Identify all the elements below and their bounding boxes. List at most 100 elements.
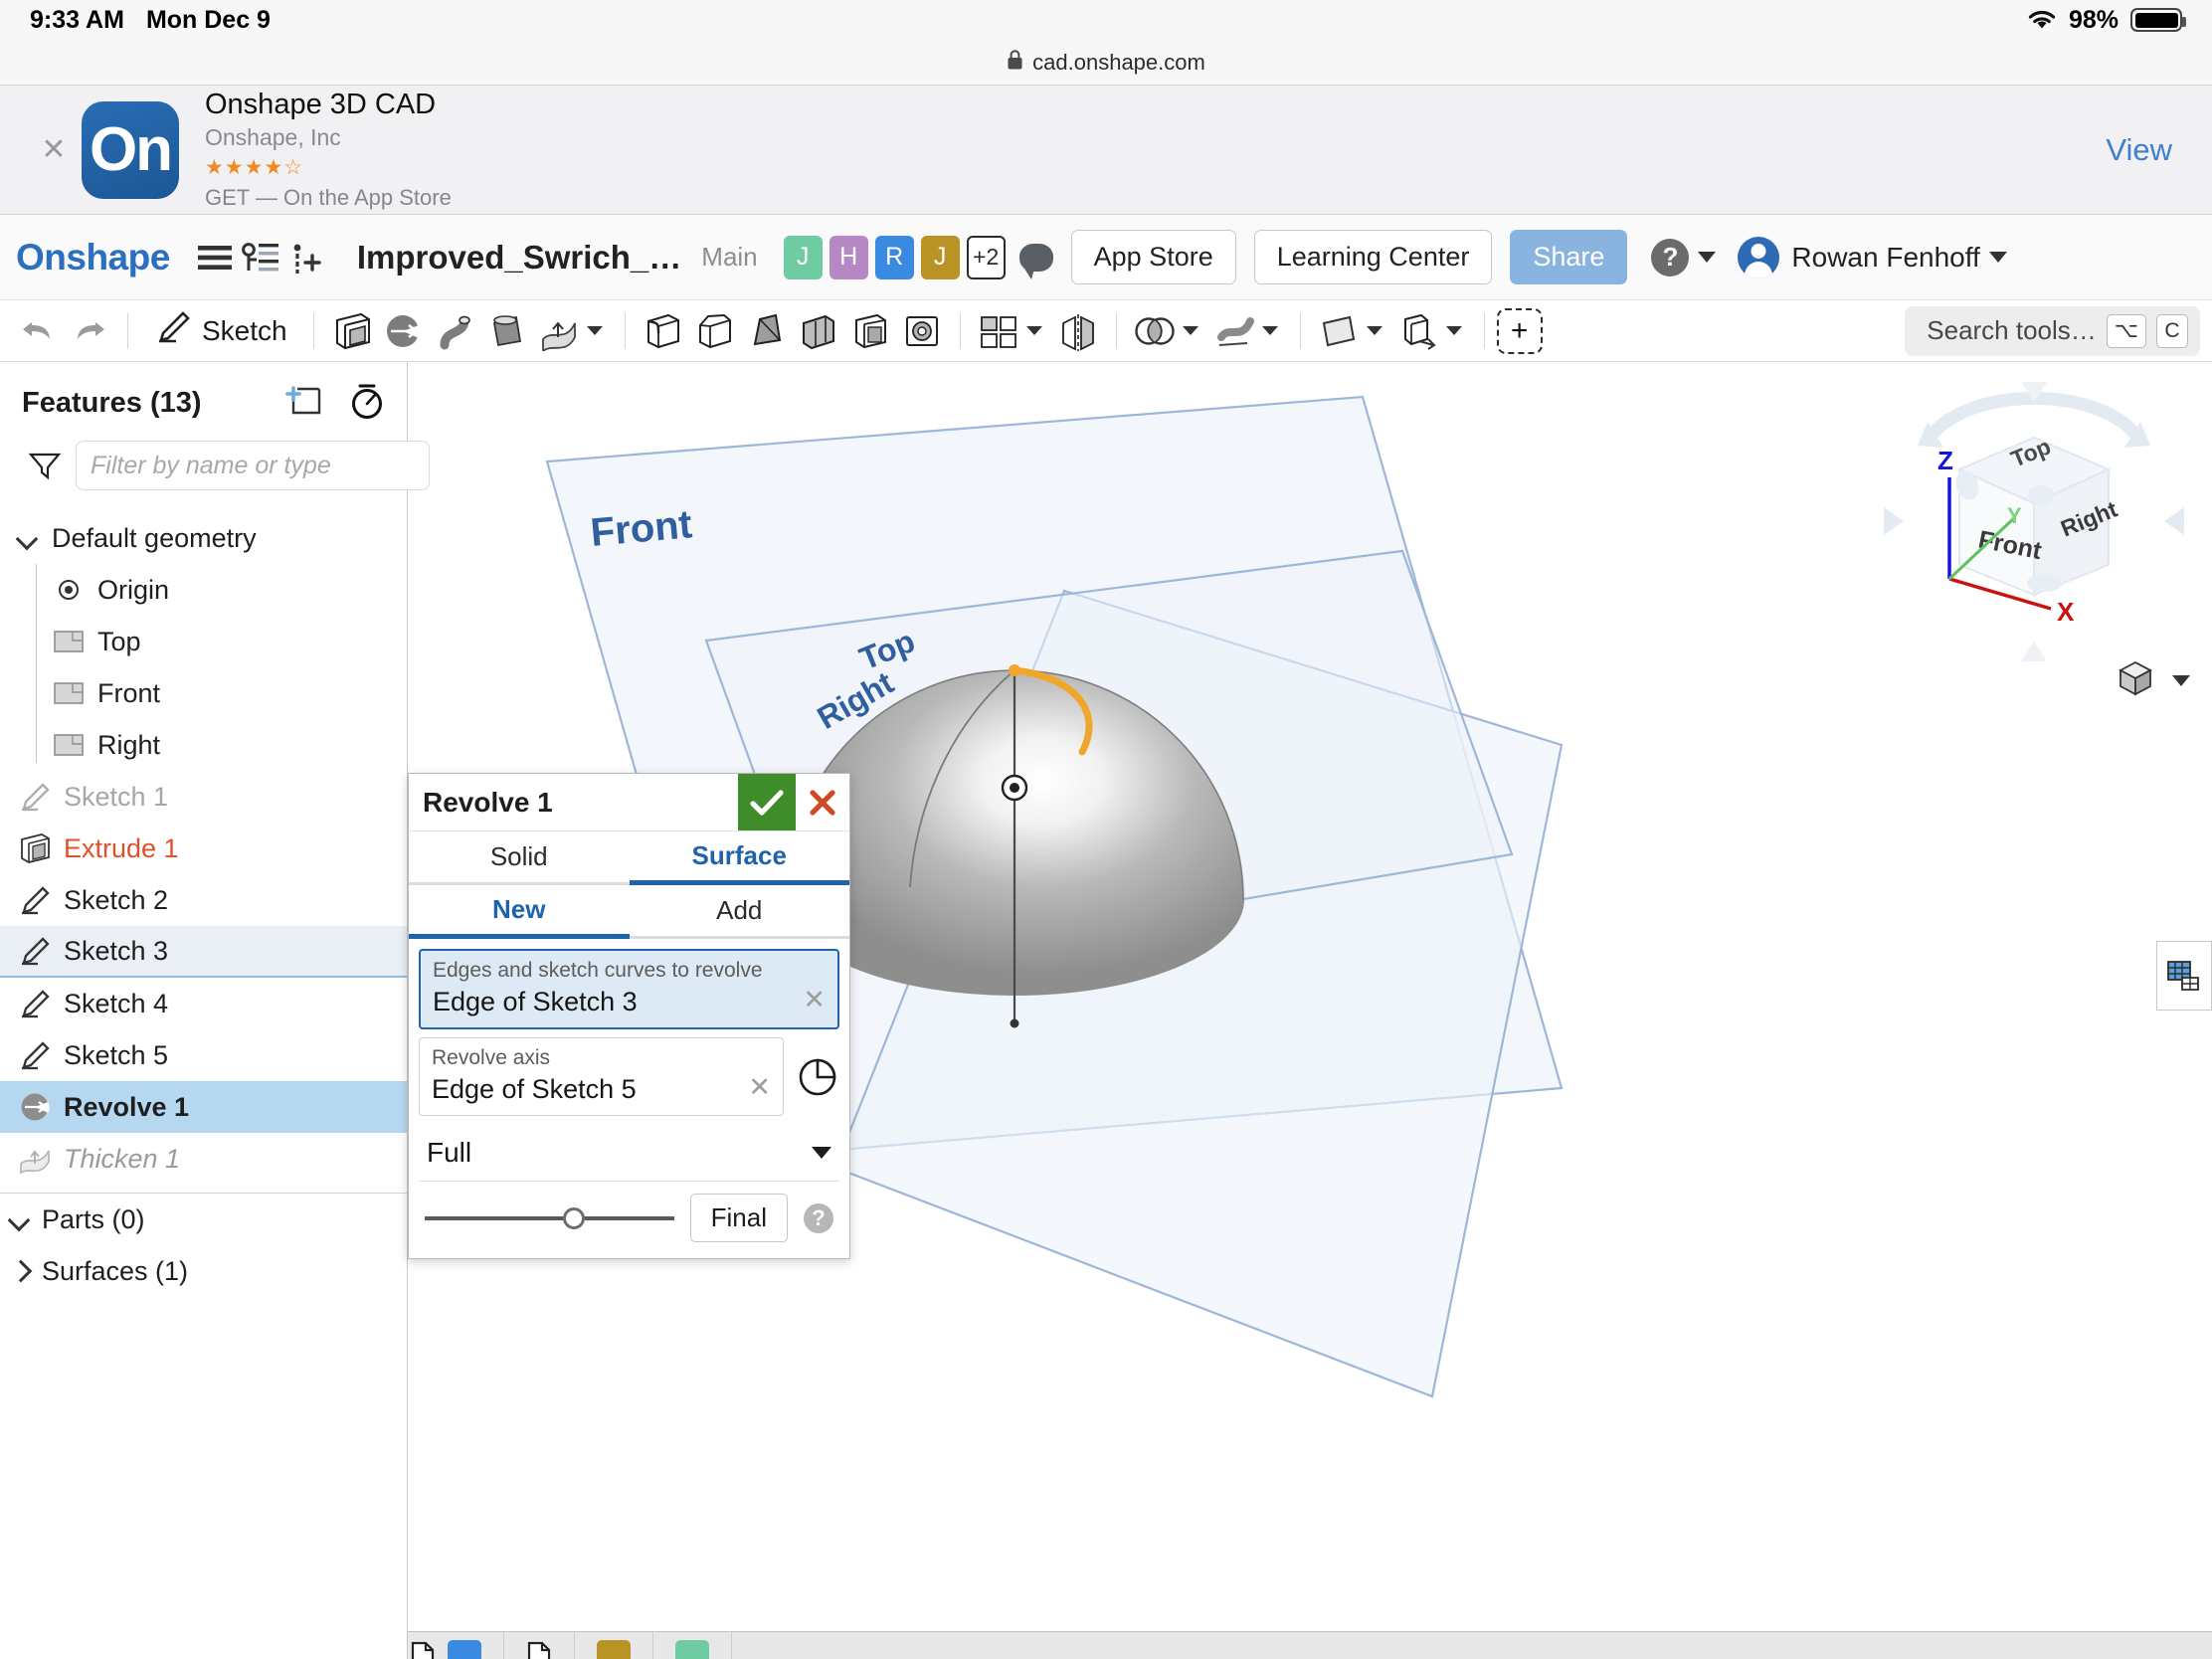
boolean-icon[interactable] bbox=[1129, 305, 1181, 357]
avatar-overflow[interactable]: +2 bbox=[966, 235, 1006, 279]
funnel-icon[interactable] bbox=[28, 451, 62, 480]
search-tools-input[interactable]: Search tools… ⌥ C bbox=[1905, 305, 2200, 356]
axis-label-x: X bbox=[2057, 597, 2075, 627]
help-icon[interactable]: ? bbox=[804, 1202, 833, 1233]
chevron-down-icon[interactable] bbox=[1698, 252, 1717, 263]
tree-item-sketch-1[interactable]: Sketch 1 bbox=[0, 771, 407, 823]
app-store-button[interactable]: App Store bbox=[1070, 230, 1236, 284]
view-button[interactable]: View bbox=[2106, 132, 2186, 168]
render-panel-icon[interactable] bbox=[2156, 941, 2212, 1011]
loft-icon[interactable] bbox=[481, 305, 533, 357]
axis-field[interactable]: Revolve axis Edge of Sketch 5 ✕ bbox=[419, 1037, 784, 1116]
extent-select[interactable]: Full bbox=[419, 1124, 839, 1182]
revolve-icon bbox=[18, 1090, 52, 1124]
cancel-button[interactable] bbox=[796, 774, 849, 830]
chevron-down-icon[interactable] bbox=[1366, 326, 1382, 335]
new-folder-icon[interactable] bbox=[283, 385, 323, 422]
tree-item-top-plane[interactable]: Top bbox=[0, 616, 407, 667]
tree-item-sketch-4[interactable]: Sketch 4 bbox=[0, 978, 407, 1029]
plane-icon[interactable] bbox=[1313, 305, 1365, 357]
chevron-down-icon[interactable] bbox=[1261, 326, 1278, 335]
tree-item-revolve-1[interactable]: Revolve 1 bbox=[0, 1081, 407, 1133]
fillet-icon[interactable] bbox=[638, 305, 689, 357]
document-tab[interactable] bbox=[653, 1632, 732, 1659]
clear-axis-icon[interactable]: ✕ bbox=[748, 1072, 771, 1103]
stopwatch-icon[interactable] bbox=[349, 382, 385, 425]
view-cube[interactable]: Top Front Right Z X Y bbox=[1870, 378, 2198, 666]
help-icon[interactable]: ? bbox=[1651, 238, 1690, 276]
slider-knob[interactable] bbox=[563, 1206, 586, 1229]
revolve-icon[interactable] bbox=[378, 305, 430, 357]
document-tab[interactable] bbox=[575, 1632, 653, 1659]
chevron-down-icon[interactable] bbox=[812, 1146, 831, 1159]
tab-add[interactable]: Add bbox=[629, 885, 849, 939]
tree-item-sketch-3[interactable]: Sketch 3 bbox=[0, 926, 407, 978]
add-custom-feature-icon[interactable]: + bbox=[1496, 307, 1543, 354]
chevron-down-icon[interactable] bbox=[1445, 326, 1462, 335]
onshape-logo[interactable]: Onshape bbox=[16, 237, 170, 278]
filter-input[interactable] bbox=[76, 441, 430, 490]
display-mode-selector[interactable] bbox=[2113, 656, 2190, 705]
quality-final-button[interactable]: Final bbox=[689, 1194, 788, 1242]
thicken-icon[interactable] bbox=[533, 305, 585, 357]
tree-item-front-plane[interactable]: Front bbox=[0, 667, 407, 719]
tree-group-parts[interactable]: Parts (0) bbox=[0, 1194, 407, 1245]
tree-item-sketch-5[interactable]: Sketch 5 bbox=[0, 1029, 407, 1081]
rib-icon[interactable] bbox=[793, 305, 844, 357]
chevron-down-icon[interactable] bbox=[18, 527, 40, 549]
avatar[interactable]: H bbox=[829, 235, 868, 279]
tree-item-right-plane[interactable]: Right bbox=[0, 719, 407, 771]
learning-center-button[interactable]: Learning Center bbox=[1253, 230, 1493, 284]
undo-icon[interactable] bbox=[12, 305, 64, 357]
chevron-down-icon[interactable] bbox=[2172, 675, 2190, 686]
chevron-down-icon[interactable] bbox=[1025, 326, 1042, 335]
avatar[interactable]: J bbox=[920, 235, 960, 279]
hamburger-menu-icon[interactable] bbox=[192, 235, 238, 280]
revolve-angle-icon[interactable] bbox=[796, 1055, 839, 1099]
tree-item-sketch-2[interactable]: Sketch 2 bbox=[0, 874, 407, 926]
share-button[interactable]: Share bbox=[1510, 230, 1628, 284]
transform-icon[interactable] bbox=[1392, 305, 1444, 357]
tab-surface[interactable]: Surface bbox=[629, 831, 849, 885]
redo-icon[interactable] bbox=[64, 305, 115, 357]
tree-item-extrude-1[interactable]: Extrude 1 bbox=[0, 823, 407, 874]
quality-slider[interactable] bbox=[425, 1205, 674, 1231]
sketch-button[interactable]: Sketch bbox=[140, 310, 301, 351]
entities-field[interactable]: Edges and sketch curves to revolve Edge … bbox=[419, 949, 839, 1029]
chevron-down-icon[interactable] bbox=[586, 326, 603, 335]
sweep-icon[interactable] bbox=[430, 305, 481, 357]
split-icon[interactable] bbox=[1208, 305, 1260, 357]
chevron-right-icon[interactable] bbox=[10, 1260, 32, 1282]
chamfer-icon[interactable] bbox=[689, 305, 741, 357]
tree-group-default-geometry[interactable]: Default geometry bbox=[0, 512, 407, 564]
mirror-icon[interactable] bbox=[1052, 305, 1104, 357]
shell-icon[interactable] bbox=[844, 305, 896, 357]
close-icon[interactable]: ✕ bbox=[34, 132, 74, 167]
browser-url-bar[interactable]: cad.onshape.com bbox=[0, 40, 2212, 86]
insert-feature-icon[interactable] bbox=[283, 235, 329, 280]
avatar[interactable]: J bbox=[783, 235, 823, 279]
avatar[interactable]: R bbox=[874, 235, 914, 279]
clear-entities-icon[interactable]: ✕ bbox=[803, 985, 826, 1015]
document-title[interactable]: Improved_Swrich_… bbox=[357, 239, 681, 276]
tree-item-origin[interactable]: Origin bbox=[0, 564, 407, 616]
chevron-down-icon[interactable] bbox=[1182, 326, 1198, 335]
draft-icon[interactable] bbox=[741, 305, 793, 357]
chevron-down-icon[interactable] bbox=[1988, 252, 2007, 263]
version-graph-icon[interactable] bbox=[238, 235, 283, 280]
tree-group-surfaces[interactable]: Surfaces (1) bbox=[0, 1245, 407, 1297]
document-tab[interactable] bbox=[504, 1632, 575, 1659]
tab-solid[interactable]: Solid bbox=[409, 831, 630, 885]
hole-icon[interactable] bbox=[896, 305, 948, 357]
confirm-button[interactable] bbox=[738, 774, 796, 830]
user-name[interactable]: Rowan Fenhoff bbox=[1791, 242, 1979, 274]
branch-label[interactable]: Main bbox=[701, 242, 757, 273]
user-avatar-icon[interactable] bbox=[1738, 236, 1780, 278]
chevron-down-icon[interactable] bbox=[10, 1208, 32, 1230]
linear-pattern-icon[interactable] bbox=[973, 305, 1024, 357]
tree-item-thicken-1[interactable]: Thicken 1 bbox=[0, 1133, 407, 1185]
dialog-title: Revolve 1 bbox=[423, 786, 553, 818]
tab-new[interactable]: New bbox=[409, 885, 630, 939]
extrude-icon[interactable] bbox=[326, 305, 378, 357]
comment-bubble-icon[interactable] bbox=[1018, 243, 1053, 279]
